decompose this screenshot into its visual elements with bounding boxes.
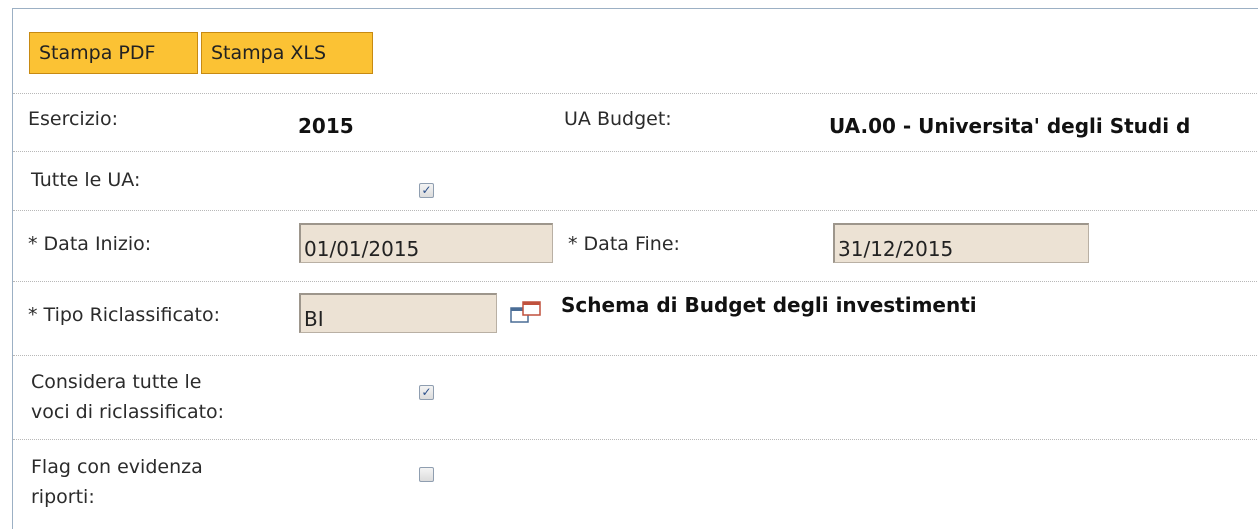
row-date: * Data Inizio: * Data Fine: xyxy=(13,210,1258,282)
tipo-riclassificato-label: * Tipo Riclassificato: xyxy=(28,301,220,329)
required-mark: * xyxy=(568,233,578,255)
tutte-le-ua-checkbox[interactable]: ✓ xyxy=(419,183,434,198)
toolbar: Stampa PDF Stampa XLS xyxy=(13,9,1258,94)
data-fine-label: * Data Fine: xyxy=(568,230,680,258)
tipo-riclassificato-description: Schema di Budget degli investimenti xyxy=(561,293,977,317)
report-form-panel: Stampa PDF Stampa XLS Esercizio: 2015 UA… xyxy=(12,8,1258,529)
ua-budget-value: UA.00 - Universita' degli Studi d xyxy=(829,114,1191,138)
row-tipo-riclassificato: * Tipo Riclassificato: Schema di Budget … xyxy=(13,281,1258,356)
row-esercizio: Esercizio: 2015 UA Budget: UA.00 - Unive… xyxy=(13,93,1258,152)
considera-tutte-checkbox[interactable]: ✓ xyxy=(419,385,434,400)
flag-evidenza-label-line2: riporti: xyxy=(31,486,95,508)
tipo-riclassificato-input[interactable] xyxy=(299,293,497,333)
esercizio-label: Esercizio: xyxy=(28,108,118,130)
flag-evidenza-checkbox[interactable] xyxy=(419,467,434,482)
flag-evidenza-label-line1: Flag con evidenza xyxy=(31,456,203,478)
tipo-riclassificato-label-text: Tipo Riclassificato: xyxy=(43,304,221,326)
considera-tutte-label-line1: Considera tutte le xyxy=(31,371,202,393)
considera-tutte-label-line2: voci di riclassificato: xyxy=(31,401,225,423)
row-tutte-le-ua: Tutte le UA: ✓ xyxy=(13,151,1258,211)
tutte-le-ua-label: Tutte le UA: xyxy=(31,169,141,191)
row-considera-tutte: Considera tutte le voci di riclassificat… xyxy=(13,355,1258,440)
required-mark: * xyxy=(28,233,38,255)
row-flag-evidenza: Flag con evidenza riporti: xyxy=(13,439,1258,529)
data-fine-input[interactable] xyxy=(833,223,1089,263)
data-inizio-input[interactable] xyxy=(299,223,553,263)
required-mark: * xyxy=(28,304,38,326)
lookup-window-icon[interactable] xyxy=(509,301,543,325)
ua-budget-label: UA Budget: xyxy=(564,108,672,130)
data-inizio-label-text: Data Inizio: xyxy=(43,233,152,255)
print-pdf-button[interactable]: Stampa PDF xyxy=(29,32,198,74)
esercizio-value: 2015 xyxy=(298,114,354,138)
print-xls-button[interactable]: Stampa XLS xyxy=(201,32,373,74)
data-inizio-label: * Data Inizio: xyxy=(28,230,151,258)
data-fine-label-text: Data Fine: xyxy=(583,233,680,255)
